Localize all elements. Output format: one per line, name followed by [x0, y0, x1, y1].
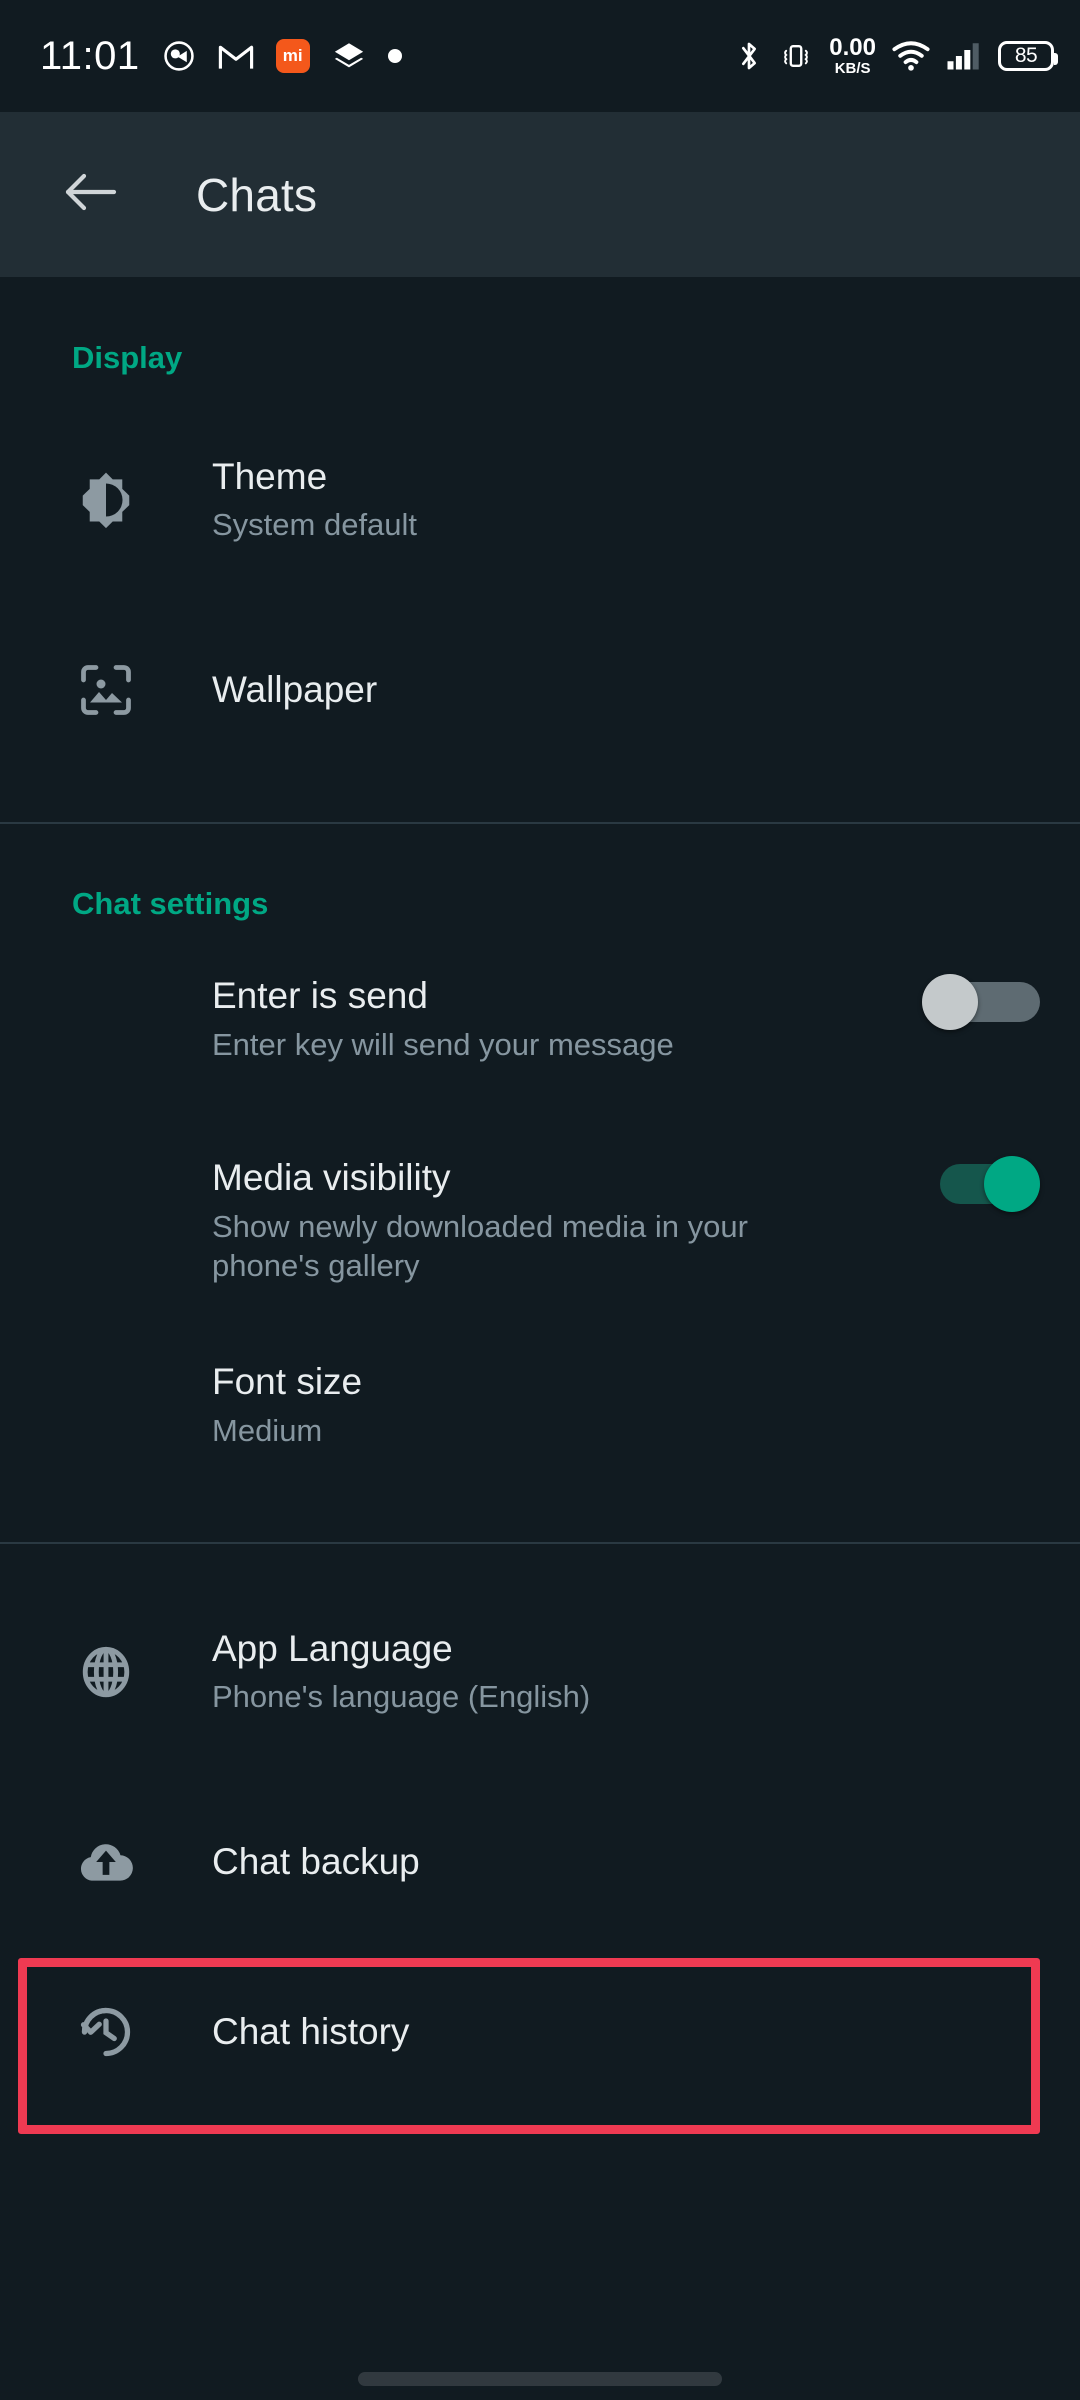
section-header-display: Display — [72, 340, 183, 375]
cloud-upload-icon — [0, 1831, 212, 1893]
settings-row-font-size-subtitle: Medium — [212, 1412, 323, 1448]
wallpaper-image-icon — [0, 660, 212, 720]
settings-row-theme-title: Theme — [212, 455, 328, 497]
settings-row-media-visibility[interactable]: Media visibility Show newly downloaded m… — [0, 1150, 1080, 1336]
settings-row-app-language-text: App Language Phone's language (English) — [212, 1627, 1040, 1717]
settings-row-app-language-title: App Language — [212, 1627, 453, 1669]
layers-icon — [332, 39, 366, 73]
settings-row-chat-backup-text: Chat backup — [212, 1840, 1040, 1884]
mi-app-icon-label: mi — [282, 46, 303, 65]
settings-row-wallpaper[interactable]: Wallpaper — [0, 620, 1080, 760]
gesture-navigation-pill[interactable] — [358, 2372, 722, 2386]
settings-row-font-size[interactable]: Font size Medium — [0, 1360, 1080, 1502]
settings-row-enter-is-send-subtitle: Enter key will send your message — [212, 1026, 674, 1062]
settings-row-font-size-text: Font size Medium — [212, 1360, 1040, 1450]
settings-row-app-language-subtitle: Phone's language (English) — [212, 1679, 591, 1715]
battery-level-label: 85 — [1014, 44, 1038, 67]
settings-row-chat-history-title: Chat history — [212, 2011, 410, 2053]
network-speed-indicator: 0.00 KB/S — [829, 34, 876, 77]
status-bar-left: 11:01 mi — [40, 34, 402, 79]
settings-row-media-visibility-title: Media visibility — [212, 1157, 451, 1198]
mi-app-icon: mi — [275, 39, 310, 73]
cellular-signal-icon — [946, 41, 982, 71]
back-button[interactable] — [52, 157, 128, 233]
whatsapp-chats-settings-screen: 11:01 mi 0.00 KB/S 85 Chats Display Them… — [0, 0, 1080, 2400]
network-speed-unit: KB/S — [834, 60, 871, 77]
vibrate-icon — [779, 40, 813, 72]
settings-row-theme-subtitle: System default — [212, 507, 418, 543]
section-divider-2 — [0, 1542, 1080, 1544]
settings-row-chat-history-text: Chat history — [212, 2010, 1040, 2054]
camera-app-icon — [162, 39, 196, 73]
settings-row-enter-is-send-text: Enter is send Enter key will send your m… — [212, 974, 898, 1064]
settings-row-theme[interactable]: Theme System default — [0, 424, 1080, 576]
section-chat-data: App Language Phone's language (English) … — [0, 1596, 1080, 2102]
settings-row-enter-is-send[interactable]: Enter is send Enter key will send your m… — [0, 966, 1080, 1108]
bluetooth-icon — [735, 39, 763, 73]
toggle-media-visibility-thumb — [984, 1156, 1040, 1212]
settings-row-media-visibility-text: Media visibility Show newly downloaded m… — [212, 1156, 768, 1286]
globe-icon — [0, 1643, 212, 1701]
settings-row-enter-is-send-title: Enter is send — [212, 975, 428, 1016]
status-bar: 11:01 mi 0.00 KB/S 85 — [0, 0, 1080, 112]
settings-row-wallpaper-text: Wallpaper — [212, 668, 1040, 712]
wifi-icon — [892, 41, 930, 71]
status-bar-clock: 11:01 — [40, 33, 140, 78]
settings-list: Display Theme System default Wallpaper C… — [0, 277, 1080, 2400]
status-bar-right: 0.00 KB/S 85 — [735, 34, 1058, 77]
settings-row-app-language[interactable]: App Language Phone's language (English) — [0, 1596, 1080, 1748]
section-display: Display Theme System default Wallpaper — [0, 277, 1080, 760]
gmail-icon — [218, 41, 254, 71]
dot-icon — [387, 49, 402, 63]
toggle-media-visibility[interactable] — [922, 1156, 1040, 1212]
settings-row-font-size-title: Font size — [212, 1361, 363, 1402]
section-header-chat-settings: Chat settings — [72, 886, 269, 921]
settings-row-chat-backup-title: Chat backup — [212, 1841, 420, 1883]
battery-indicator: 85 — [998, 41, 1058, 71]
page-title: Chats — [196, 168, 318, 221]
settings-row-wallpaper-title: Wallpaper — [212, 669, 378, 711]
toggle-enter-is-send-thumb — [922, 974, 978, 1030]
settings-row-chat-backup[interactable]: Chat backup — [0, 1792, 1080, 1932]
app-bar: Chats — [0, 112, 1080, 277]
settings-row-media-visibility-subtitle: Show newly downloaded media in your phon… — [212, 1208, 748, 1284]
section-chat-settings: Chat settings Enter is send Enter key wi… — [0, 824, 1080, 1502]
settings-row-theme-text: Theme System default — [212, 455, 1040, 545]
network-speed-value: 0.00 — [829, 34, 876, 61]
arrow-left-icon — [62, 168, 118, 221]
settings-row-chat-history[interactable]: Chat history — [0, 1962, 1080, 2102]
brightness-theme-icon — [0, 469, 212, 531]
history-clock-icon — [0, 2002, 212, 2062]
toggle-enter-is-send[interactable] — [922, 974, 1040, 1030]
